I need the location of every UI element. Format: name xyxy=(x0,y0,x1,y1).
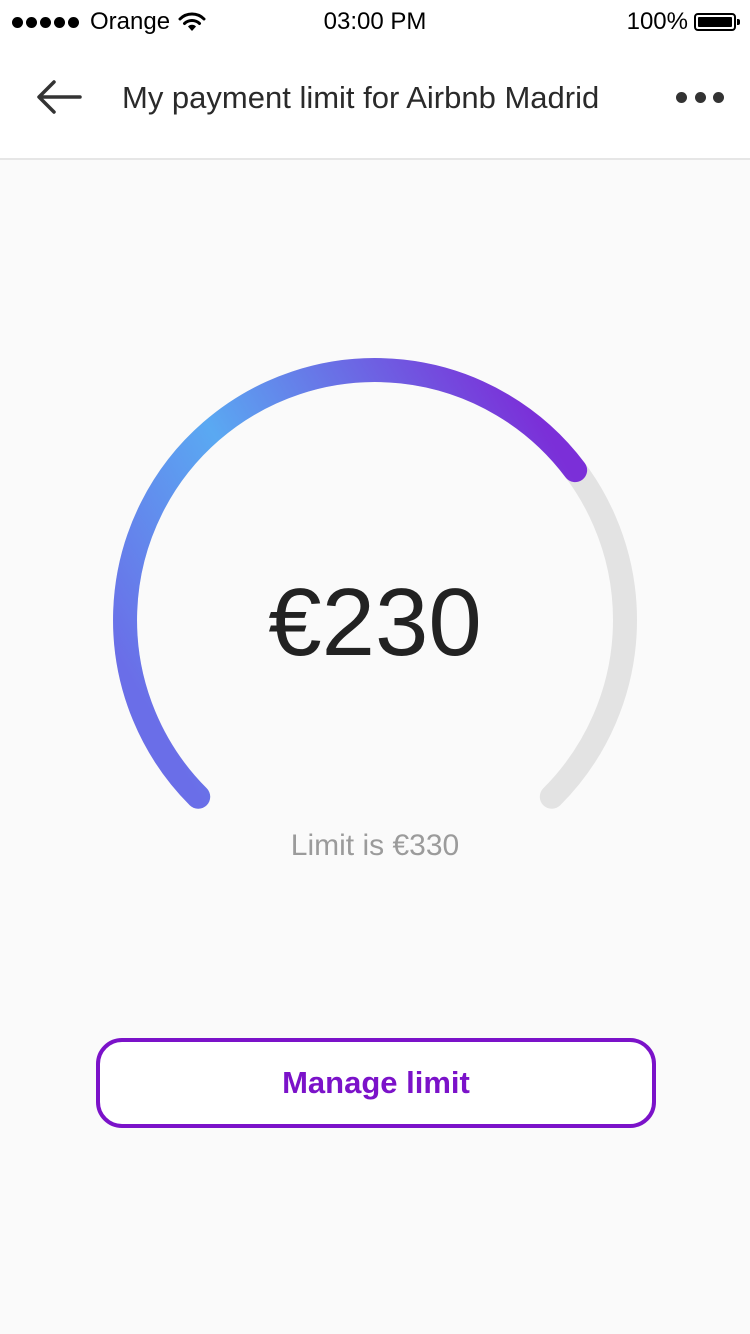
arrow-left-icon xyxy=(37,80,82,114)
more-horizontal-icon xyxy=(676,91,687,103)
page-title: My payment limit for Airbnb Madrid xyxy=(122,80,600,115)
status-bar: Orange 03:00 PM 100% xyxy=(0,0,750,44)
more-options-button[interactable] xyxy=(676,84,724,110)
manage-limit-button[interactable]: Manage limit xyxy=(96,1038,656,1128)
battery-icon xyxy=(694,13,740,31)
limit-label: Limit is €330 xyxy=(290,829,460,862)
spent-amount: €230 xyxy=(268,569,482,676)
navigation-bar: My payment limit for Airbnb Madrid xyxy=(0,44,750,160)
battery-percent: 100% xyxy=(626,8,688,35)
back-button[interactable] xyxy=(32,74,88,120)
status-right: 100% xyxy=(626,8,740,36)
